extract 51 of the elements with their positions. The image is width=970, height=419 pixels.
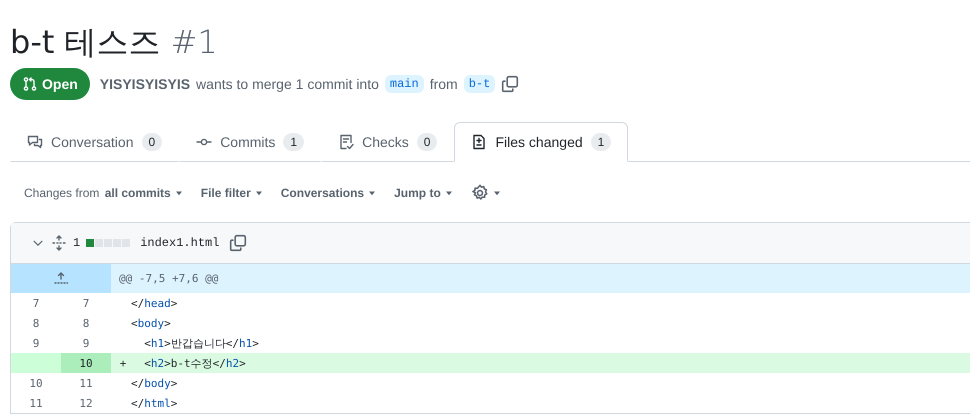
count-badge: 0 xyxy=(416,133,438,151)
dropdown-button[interactable]: Jump to xyxy=(386,182,463,204)
diffstat-drawing xyxy=(86,239,130,247)
dropdown-button[interactable]: File filter xyxy=(192,182,273,204)
expand-icon[interactable] xyxy=(51,235,67,251)
line-number: 9 xyxy=(82,336,90,352)
author-link[interactable]: YISYISYISYIS xyxy=(100,76,190,92)
expand-up-icon xyxy=(53,270,69,286)
line-number: 7 xyxy=(32,296,40,312)
line-number: 11 xyxy=(78,376,94,392)
dropdown-button[interactable]: Conversations xyxy=(272,182,386,204)
line-number: 7 xyxy=(82,296,90,312)
status-badge: Open xyxy=(10,68,90,100)
line-number: 9 xyxy=(32,336,40,352)
branch-label[interactable]: b-t xyxy=(464,75,496,93)
line-number: 10 xyxy=(28,376,44,392)
line-number: 8 xyxy=(82,316,90,332)
pull-request-icon xyxy=(22,76,38,92)
branch-label[interactable]: main xyxy=(384,75,424,93)
code-line: <body> xyxy=(131,316,171,330)
diff-sign: + xyxy=(120,356,126,370)
comment-icon xyxy=(27,134,43,150)
code-line: <h1>반갑습니다</h1> xyxy=(143,336,259,350)
copy-icon[interactable] xyxy=(229,234,248,252)
tab[interactable]: Conversation 0 xyxy=(10,122,180,162)
code-line: <h2>b-t수정</h2> xyxy=(143,356,246,370)
settings-icon xyxy=(470,184,489,202)
file-name[interactable]: index1.html xyxy=(140,236,220,250)
hunk-header: @@ -7,5 +7,6 @@ xyxy=(118,272,218,285)
checklist-icon xyxy=(338,134,354,150)
line-number: 11 xyxy=(28,396,44,412)
pr-title: b-t 테스즈 xyxy=(10,22,161,62)
change-count: 1 xyxy=(73,236,80,250)
pr-number: #1 xyxy=(170,22,218,62)
tab[interactable]: Files changed 1 xyxy=(454,122,628,162)
line-number: 10 xyxy=(61,353,111,373)
tab[interactable]: Checks 0 xyxy=(321,122,454,162)
copy-icon[interactable] xyxy=(501,75,520,93)
merge-text: from xyxy=(430,76,458,92)
code-line: </head> xyxy=(131,296,178,310)
line-number: 8 xyxy=(32,316,40,332)
count-badge: 1 xyxy=(283,133,304,151)
file-diff-icon xyxy=(471,134,488,150)
merge-text: wants to merge 1 commit into xyxy=(196,76,379,92)
dropdown-button[interactable]: Changes from all commits xyxy=(16,182,193,204)
code-line: </body> xyxy=(131,376,178,390)
code-line: </html> xyxy=(131,396,178,410)
count-badge: 1 xyxy=(590,133,612,151)
count-badge: 0 xyxy=(142,133,162,151)
line-number: 12 xyxy=(78,396,94,412)
tab[interactable]: Commits 1 xyxy=(179,122,322,162)
